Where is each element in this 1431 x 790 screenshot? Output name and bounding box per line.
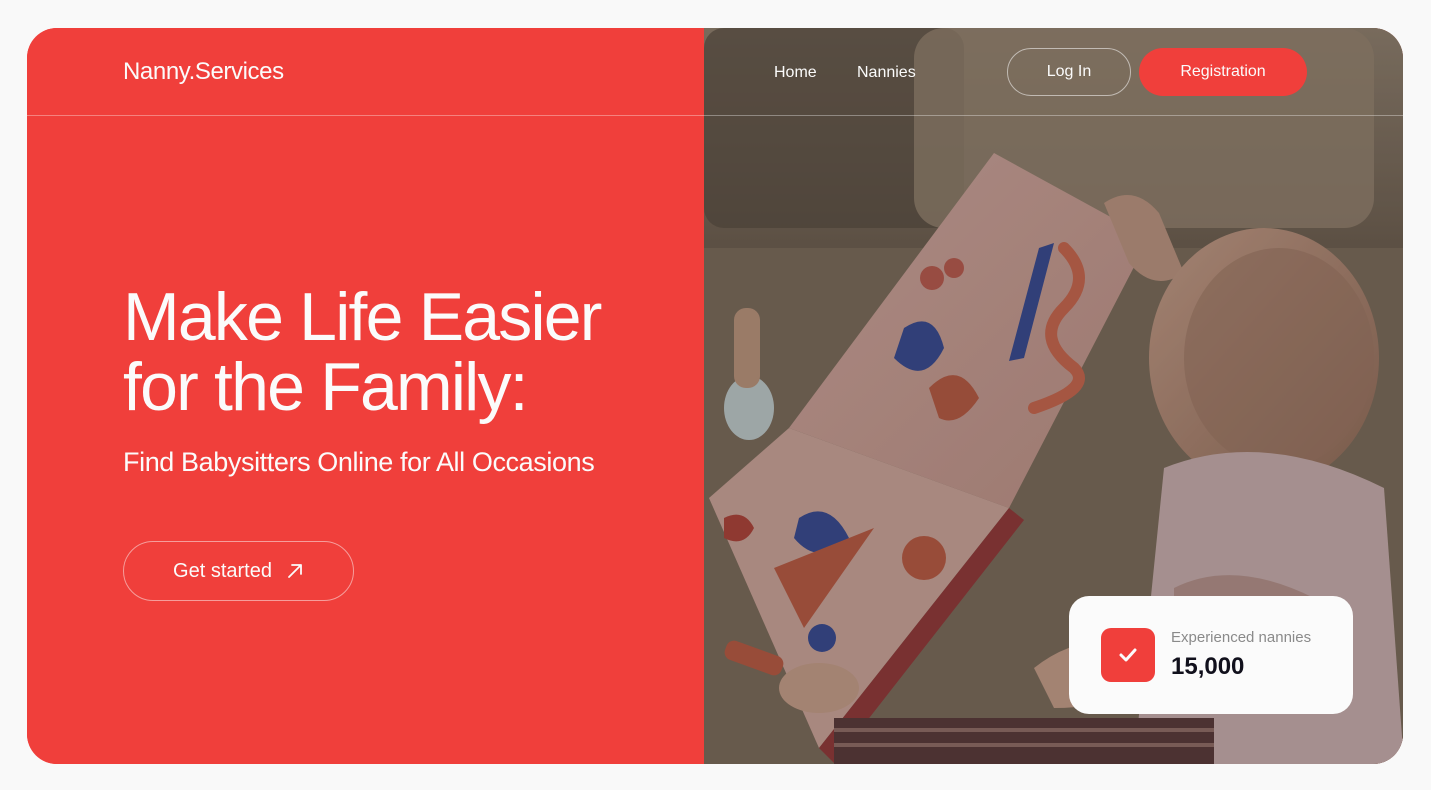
nav-link-home[interactable]: Home xyxy=(774,64,817,82)
get-started-label: Get started xyxy=(173,559,272,582)
experienced-nannies-card: Experienced nannies 15,000 xyxy=(1069,596,1353,714)
hero-subtitle: Find Babysitters Online for All Occasion… xyxy=(123,447,595,477)
nav-link-nannies[interactable]: Nannies xyxy=(857,64,916,82)
stat-value: 15,000 xyxy=(1171,653,1245,680)
hero-title-line2: for the Family: xyxy=(123,349,529,425)
hero-title-line1: Make Life Easier xyxy=(123,279,602,355)
login-button[interactable]: Log In xyxy=(1007,48,1131,96)
header-divider xyxy=(27,115,1403,116)
hero-section: Nanny.Services Home Nannies Log In Regis… xyxy=(27,28,1403,764)
registration-button[interactable]: Registration xyxy=(1139,48,1307,96)
brand-logo[interactable]: Nanny.Services xyxy=(123,58,284,86)
get-started-button[interactable]: Get started xyxy=(123,541,354,601)
arrow-up-right-icon xyxy=(286,562,304,580)
stat-label: Experienced nannies xyxy=(1171,629,1312,646)
check-icon xyxy=(1101,628,1155,682)
hero-title: Make Life Easier for the Family: xyxy=(123,282,683,422)
